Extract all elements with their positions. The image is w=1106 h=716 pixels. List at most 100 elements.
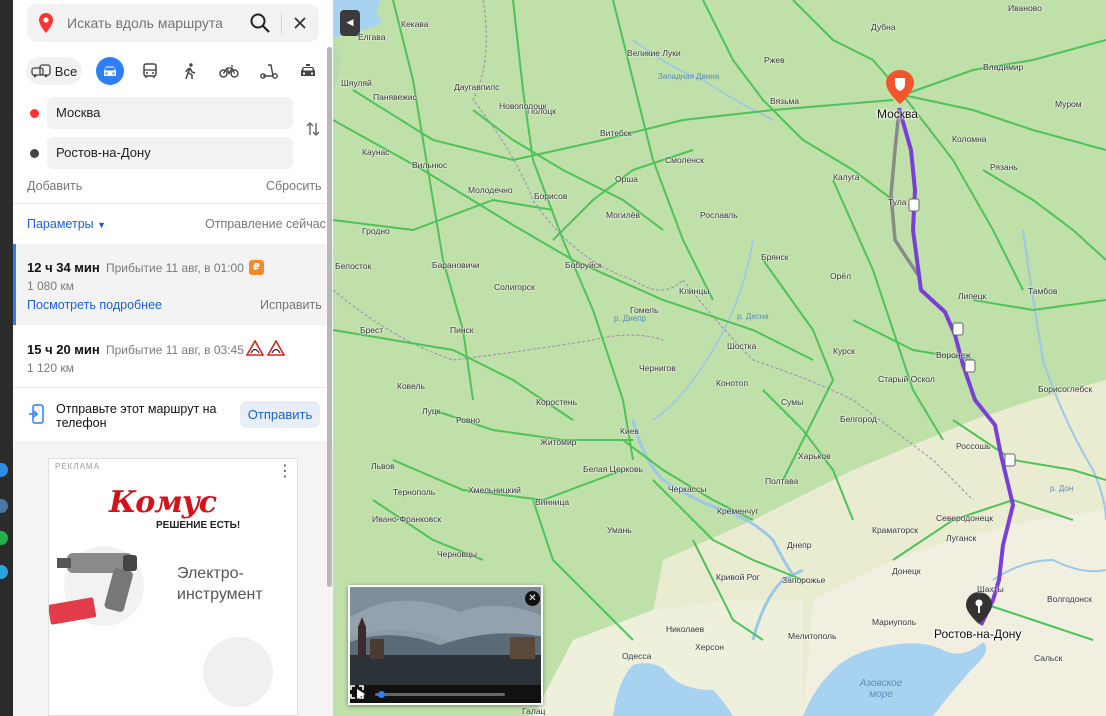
ad-slogan: РЕШЕНИЕ ЕСТЬ!	[156, 520, 241, 531]
reset-route-link[interactable]: Сбросить	[266, 179, 322, 193]
city-label: Молодечно	[468, 185, 513, 195]
city-label: Солигорск	[494, 282, 535, 292]
city-label: Херсон	[695, 642, 724, 652]
city-label: Кривой Рог	[716, 572, 760, 582]
city-label: Конотоп	[716, 378, 749, 388]
origin-marker-icon[interactable]	[886, 70, 914, 104]
collapse-panel-button[interactable]: ◀	[340, 10, 360, 36]
city-label: Вязьма	[770, 96, 800, 106]
route-fix-link[interactable]: Исправить	[260, 298, 322, 312]
mode-taxi-button[interactable]	[297, 57, 319, 85]
send-to-phone-text: Отправьте этот маршрут на телефон	[56, 402, 217, 430]
city-label: Панявежис	[373, 92, 417, 102]
road-warning-icon	[267, 340, 285, 356]
city-label: Белосток	[335, 261, 372, 271]
add-waypoint-link[interactable]: Добавить	[27, 179, 82, 193]
drill-image	[49, 546, 144, 626]
destination-marker-icon[interactable]	[966, 592, 992, 624]
origin-field[interactable]: Москва	[47, 97, 293, 129]
video-progress-track[interactable]	[375, 693, 505, 696]
more-options-icon[interactable]: ⋮	[277, 463, 293, 479]
city-label: Владимир	[983, 62, 1024, 72]
sea-label: Азовское море	[859, 678, 903, 700]
search-input[interactable]	[67, 12, 247, 34]
route-option-1[interactable]: 12 ч 34 мин Прибытие 11 авг, в 01:00 ₽ 1…	[13, 244, 333, 325]
mode-scooter-button[interactable]	[258, 57, 280, 85]
video-controls	[350, 685, 541, 703]
city-label: Борисоглебск	[1038, 384, 1093, 394]
origin-dot	[30, 109, 39, 118]
city-label: Борисов	[534, 191, 568, 201]
ad-text: Электро-инструмент	[177, 565, 263, 603]
mode-bicycle-button[interactable]	[218, 57, 240, 85]
city-label: Тула	[888, 197, 907, 207]
swap-icon[interactable]	[304, 120, 322, 138]
city-label: Рязань	[990, 162, 1018, 172]
share-icon[interactable]	[0, 463, 8, 477]
city-label: Николаев	[666, 624, 705, 634]
city-label: Витебск	[600, 128, 632, 138]
video-frame	[350, 587, 541, 685]
video-player[interactable]: ✕	[348, 585, 543, 705]
mode-transit-button[interactable]	[140, 57, 160, 85]
whatsapp-icon[interactable]	[0, 531, 8, 545]
mode-walk-button[interactable]	[180, 57, 200, 85]
city-label: Белгород	[840, 414, 877, 424]
road-warning-icon	[246, 340, 264, 356]
city-label: Каунас	[362, 147, 390, 157]
city-label: Днепр	[787, 540, 812, 550]
parameters-label: Параметры	[27, 217, 94, 231]
city-label: Шяуляй	[341, 78, 372, 88]
city-label: Львов	[371, 461, 395, 471]
ad-label: РЕКЛАМА	[55, 462, 100, 471]
city-label: Орёл	[830, 271, 852, 281]
mode-car-button[interactable]	[96, 57, 124, 85]
city-label: Калуга	[833, 172, 860, 182]
route-distance: 1 080 км	[27, 279, 74, 293]
city-label: Новополоцк	[499, 101, 547, 111]
destination-field[interactable]: Ростов-на-Дону	[47, 137, 293, 169]
destination-dot	[30, 149, 39, 158]
parameters-dropdown[interactable]: Параметры ▼	[27, 217, 106, 231]
route-option-2[interactable]: 15 ч 20 мин Прибытие 11 авг, в 03:45 1 1…	[13, 326, 333, 387]
city-label: Полтава	[765, 476, 799, 486]
departure-time-link[interactable]: Отправление сейчас	[205, 217, 326, 231]
pedestrian-icon	[185, 62, 196, 79]
city-label: Елгава	[358, 32, 386, 42]
send-to-phone-button[interactable]: Отправить	[240, 401, 320, 428]
river-label: р. Днепр	[614, 314, 646, 323]
city-label: Даугавпилс	[454, 82, 500, 92]
bus-icon	[143, 63, 157, 78]
close-icon[interactable]	[289, 12, 311, 34]
city-label: Мелитополь	[788, 631, 837, 641]
city-label: Воронеж	[936, 350, 971, 360]
ad-banner[interactable]: РЕКЛАМА ⋮ Комус РЕШЕНИЕ ЕСТЬ! Электро-ин…	[48, 458, 298, 716]
video-progress-knob[interactable]	[378, 691, 385, 698]
fullscreen-icon[interactable]	[350, 685, 364, 699]
telegram-icon[interactable]	[0, 565, 8, 579]
city-label: Гродно	[362, 226, 390, 236]
city-label: Киев	[620, 426, 639, 436]
city-label: Донецк	[892, 566, 921, 576]
city-label: Ковель	[397, 381, 425, 391]
city-label: Луцк	[422, 406, 441, 416]
messenger-icon[interactable]	[0, 499, 8, 513]
city-label: Ровно	[456, 415, 480, 425]
phone-send-icon	[29, 404, 44, 424]
taxi-icon	[301, 64, 315, 76]
city-label: Клинцы	[679, 286, 710, 296]
panel-scrollbar[interactable]	[327, 47, 332, 587]
city-label: Дубна	[871, 22, 896, 32]
close-icon[interactable]: ✕	[525, 591, 540, 606]
route-details-link[interactable]: Посмотреть подробнее	[27, 298, 162, 312]
river-label: Западная Двина	[658, 72, 720, 81]
city-label: Умань	[607, 525, 632, 535]
search-icon[interactable]	[249, 12, 271, 34]
city-label: Сальск	[1034, 653, 1063, 663]
city-label: Ивано-Франковск	[372, 514, 442, 524]
map-view[interactable]: ◀ Ржев Великие Луки Дубна Иваново Владимир Му…	[333, 0, 1106, 716]
city-label: Коростень	[536, 397, 578, 407]
city-label: Курск	[833, 346, 855, 356]
mode-all-button[interactable]: Все	[26, 57, 82, 85]
route-arrival: Прибытие 11 авг, в 03:45	[106, 343, 244, 357]
